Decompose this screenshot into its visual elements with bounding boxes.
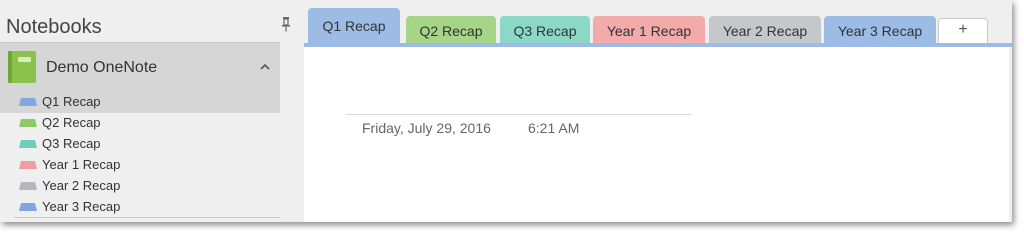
notebook-demo-onenote[interactable]: Demo OneNote <box>0 43 280 92</box>
tab-label: Q3 Recap <box>513 23 577 39</box>
section-item-year-3-recap[interactable]: Year 3 Recap <box>0 197 280 218</box>
section-item-label: Year 1 Recap <box>42 157 121 172</box>
section-item-label: Year 3 Recap <box>42 199 121 214</box>
page-date: Friday, July 29, 2016 <box>362 120 491 136</box>
notebooks-pane: Notebooks Demo OneNote Q1 Recap Q2 Recap… <box>0 0 303 222</box>
section-tab-icon <box>19 203 37 211</box>
section-item-label: Q3 Recap <box>42 136 101 151</box>
onenote-window: Notebooks Demo OneNote Q1 Recap Q2 Recap… <box>0 0 1012 222</box>
section-item-year-1-recap[interactable]: Year 1 Recap <box>0 155 280 176</box>
add-section-button[interactable]: + <box>938 18 988 44</box>
section-tab-icon <box>19 98 37 106</box>
add-section-label: + <box>958 21 968 38</box>
tab-q1-recap[interactable]: Q1 Recap <box>308 8 400 44</box>
tab-label: Q2 Recap <box>419 23 483 39</box>
notebook-icon <box>8 51 36 83</box>
section-list: Q1 Recap Q2 Recap Q3 Recap Year 1 Recap … <box>0 92 280 218</box>
notebook-name: Demo OneNote <box>46 59 158 76</box>
section-tab-icon <box>19 119 37 127</box>
tab-label: Q1 Recap <box>322 18 386 34</box>
tab-label: Year 1 Recap <box>606 23 692 39</box>
tab-q2-recap[interactable]: Q2 Recap <box>406 16 496 44</box>
section-tab-icon <box>19 161 37 169</box>
page-edge <box>1009 47 1012 222</box>
tab-label: Year 3 Recap <box>837 23 923 39</box>
divider <box>14 217 280 218</box>
section-item-q1-recap[interactable]: Q1 Recap <box>0 92 280 113</box>
chevron-up-icon[interactable] <box>258 60 272 74</box>
section-item-label: Q1 Recap <box>42 94 101 109</box>
page-canvas[interactable]: Friday, July 29, 2016 6:21 AM <box>304 47 1009 222</box>
section-tab-icon <box>19 140 37 148</box>
section-item-label: Q2 Recap <box>42 115 101 130</box>
page-title-field[interactable] <box>346 114 691 115</box>
tab-year-2-recap[interactable]: Year 2 Recap <box>709 16 821 44</box>
section-tab-icon <box>19 182 37 190</box>
tab-year-3-recap[interactable]: Year 3 Recap <box>824 16 936 44</box>
pin-icon[interactable] <box>280 16 292 32</box>
tab-label: Year 2 Recap <box>722 23 808 39</box>
section-item-label: Year 2 Recap <box>42 178 121 193</box>
tab-year-1-recap[interactable]: Year 1 Recap <box>593 16 705 44</box>
page-time: 6:21 AM <box>528 120 580 136</box>
section-item-q3-recap[interactable]: Q3 Recap <box>0 134 280 155</box>
section-tabs: Q1 Recap Q2 Recap Q3 Recap Year 1 Recap … <box>308 8 1012 44</box>
tab-q3-recap[interactable]: Q3 Recap <box>500 16 590 44</box>
notebooks-title: Notebooks <box>6 16 102 38</box>
section-item-year-2-recap[interactable]: Year 2 Recap <box>0 176 280 197</box>
section-item-q2-recap[interactable]: Q2 Recap <box>0 113 280 134</box>
